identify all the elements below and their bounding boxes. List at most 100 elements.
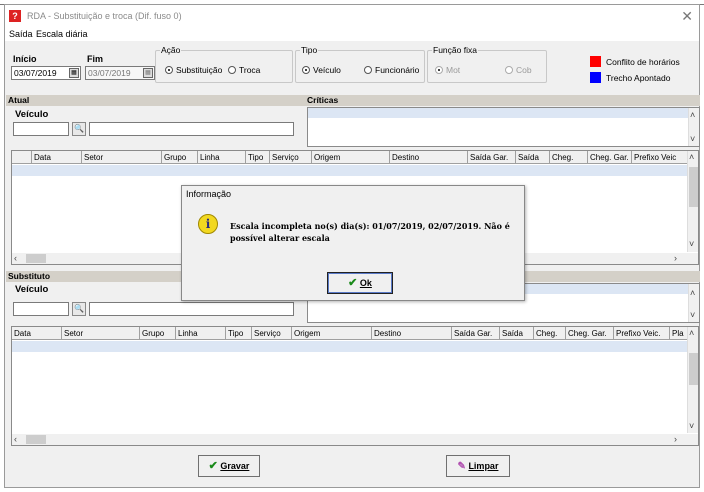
inicio-label: Início [13,54,37,64]
menu-bar: Saída Escala diária [5,27,699,41]
grid-col-header[interactable]: Linha [198,151,246,164]
scroll-left-icon[interactable]: ‹ [14,434,17,444]
inicio-date-field[interactable]: 03/07/2019 ▦ [11,66,81,80]
grid-col-header[interactable]: Serviço [270,151,312,164]
grid-col-header[interactable]: Prefixo Veic. [614,327,670,340]
scroll-up-icon[interactable]: ˄ [690,110,695,120]
scroll-down-icon[interactable]: ˅ [689,421,694,431]
grid-col-header[interactable]: Serviço [252,327,292,340]
grid-col-header[interactable]: Linha [176,327,226,340]
check-icon: ✔ [208,460,218,472]
grid-col-header[interactable]: Data [32,151,82,164]
radio-veiculo[interactable]: Veículo [302,65,341,75]
substituto-grid-hscroll[interactable]: ‹ › [12,434,698,445]
radio-substituicao[interactable]: Substituição [165,65,222,75]
section-header-bar [6,95,700,106]
grid-col-header[interactable]: Cheg. [550,151,588,164]
grid-col-header[interactable]: Destino [390,151,468,164]
ok-button[interactable]: ✔ Ok [327,272,393,294]
grid-col-header[interactable]: Cheg. Gar. [566,327,614,340]
window-title: RDA - Substituição e troca (Dif. fuso 0) [27,11,182,21]
criticas-scrollbar[interactable]: ˄ ˅ [688,108,699,146]
radio-icon [505,66,513,74]
table-row[interactable] [12,341,688,352]
grid-col-header[interactable]: Data [12,327,62,340]
fim-label: Fim [87,54,104,64]
grid-col-header[interactable]: Pla [670,327,688,340]
substituto-veiculo-input[interactable] [13,302,69,316]
tipo-group: Tipo [295,45,425,83]
ok-button-label: Ok [359,278,372,288]
grid-col-header[interactable]: Origem [292,327,372,340]
scroll-left-icon[interactable]: ‹ [14,253,17,263]
scroll-thumb[interactable] [26,254,46,263]
grid-col-header[interactable]: Cheg. [534,327,566,340]
grid-col-header[interactable]: Tipo [226,327,252,340]
radio-mot[interactable]: Mot [435,65,460,75]
radio-icon [228,66,236,74]
scroll-down-icon[interactable]: ˅ [690,134,695,144]
scroll-down-icon[interactable]: ˅ [689,239,694,249]
radio-cob[interactable]: Cob [505,65,532,75]
atual-veiculo-desc [89,122,294,136]
radio-funcionario[interactable]: Funcionário [364,65,419,75]
limpar-button[interactable]: ✎ Limpar [446,455,510,477]
fim-date-value: 03/07/2019 [88,68,131,78]
binoculars-icon[interactable]: 🔍 [72,122,86,136]
atual-header: Atual [8,95,30,105]
radio-selected-icon [302,66,310,74]
eraser-icon: ✎ [457,461,466,472]
gravar-button[interactable]: ✔ Gravar [198,455,260,477]
atual-veiculo-input[interactable] [13,122,69,136]
scroll-right-icon[interactable]: › [674,434,677,444]
grid-col-header[interactable] [12,151,32,164]
acao-group: Ação [155,45,293,83]
atual-grid-vscroll[interactable]: ˄ ˅ [687,151,698,252]
grid-col-header[interactable]: Saída [500,327,534,340]
radio-troca[interactable]: Troca [228,65,260,75]
check-icon: ✔ [348,277,358,289]
acao-legend: Ação [161,45,181,55]
grid-col-header[interactable]: Grupo [162,151,198,164]
calendar-icon[interactable]: ▦ [143,68,153,78]
menu-escala-diaria[interactable]: Escala diária [36,29,88,39]
scroll-up-icon[interactable]: ˄ [689,328,694,338]
scroll-thumb[interactable] [689,353,698,385]
info-dialog: Informação i Escala incompleta no(s) dia… [181,185,525,301]
grid-col-header[interactable]: Destino [372,327,452,340]
scroll-up-icon[interactable]: ˄ [690,288,695,298]
grid-col-header[interactable]: Saída Gar. [452,327,500,340]
scroll-up-icon[interactable]: ˄ [689,152,694,162]
info-icon: i [198,214,218,234]
calendar-icon[interactable]: ▦ [69,68,79,78]
grid-col-header[interactable]: Tipo [246,151,270,164]
grid-col-header[interactable]: Grupo [140,327,176,340]
binoculars-icon[interactable]: 🔍 [72,302,86,316]
radio-icon [364,66,372,74]
scroll-right-icon[interactable]: › [674,253,677,263]
table-row[interactable] [12,165,688,176]
scroll-thumb[interactable] [689,167,698,207]
radio-mot-label: Mot [446,65,461,75]
substituto-veiculo-desc [89,302,294,316]
criticas-box: ˄ ˅ [307,107,700,147]
trecho-color-swatch [590,72,601,83]
radio-veiculo-label: Veículo [313,65,341,75]
grid-col-header[interactable]: Origem [312,151,390,164]
fim-date-field[interactable]: 03/07/2019 ▦ [85,66,155,80]
criticas-row [308,108,689,118]
grid-col-header[interactable]: Cheg. Gar. [588,151,632,164]
grid-col-header[interactable]: Prefixo Veic [632,151,688,164]
grid-col-header[interactable]: Setor [82,151,162,164]
criticas-scrollbar[interactable]: ˄ ˅ [688,284,699,322]
tipo-legend: Tipo [301,45,318,55]
gravar-button-label: Gravar [220,461,250,471]
substituto-grid-vscroll[interactable]: ˄ ˅ [687,327,698,433]
menu-saida[interactable]: Saída [9,29,33,39]
grid-col-header[interactable]: Setor [62,327,140,340]
scroll-thumb[interactable] [26,435,46,444]
close-icon[interactable]: ✕ [681,8,693,25]
scroll-down-icon[interactable]: ˅ [690,310,695,320]
grid-col-header[interactable]: Saída Gar. [468,151,516,164]
grid-col-header[interactable]: Saída [516,151,550,164]
